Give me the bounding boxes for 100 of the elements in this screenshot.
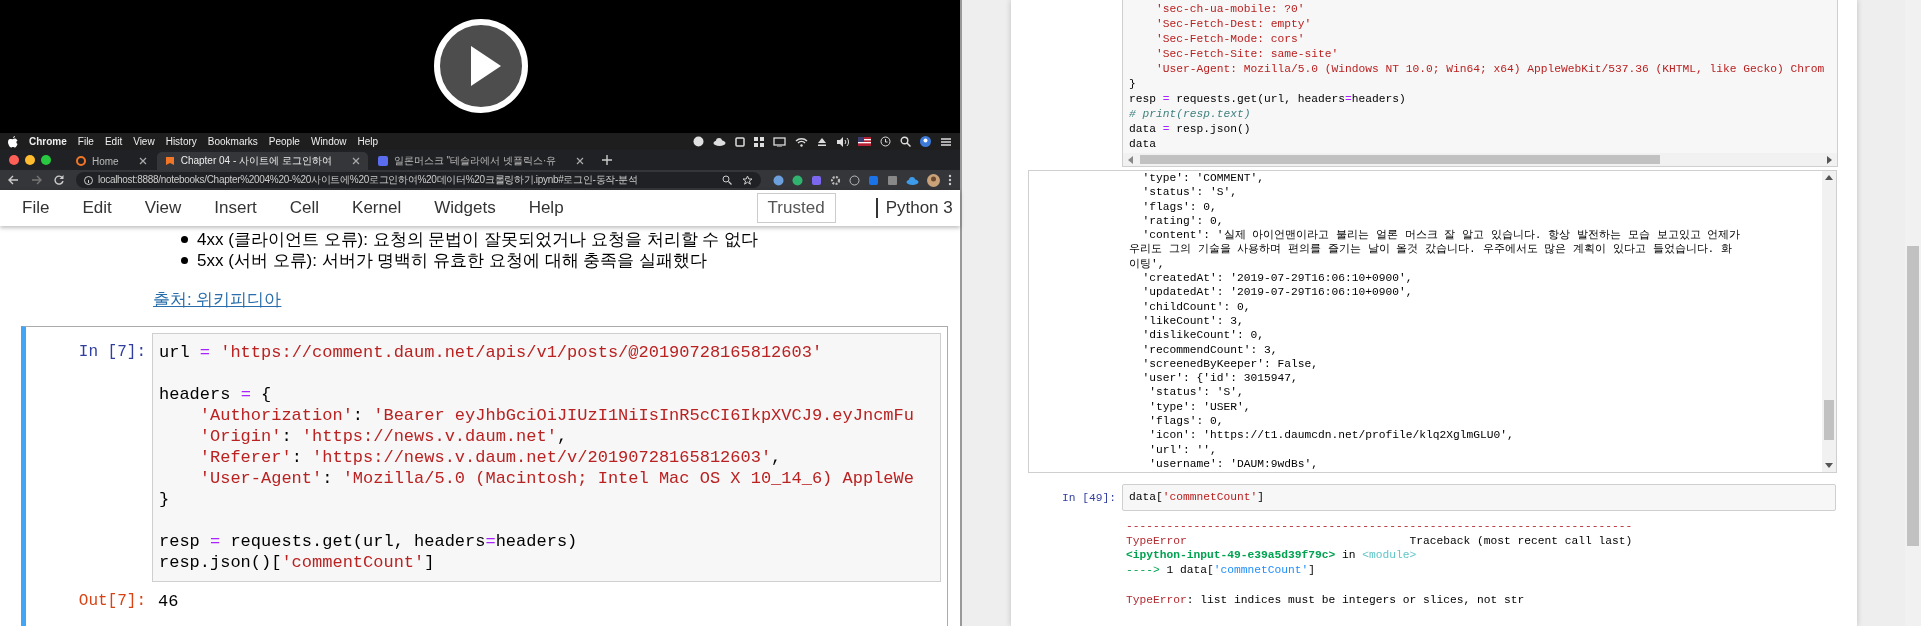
output-line: 'flags': 0, [1148, 414, 1225, 429]
output-line: 'updatedAt': '2019-07-29T16:06:10+0900', [1141, 285, 1414, 300]
plus-icon[interactable] [602, 155, 613, 165]
vertical-scrollbar[interactable] [1822, 171, 1836, 472]
input-prompt: In [49]: [1061, 491, 1117, 504]
menu-item[interactable]: Edit [104, 136, 123, 147]
error-line: ----> 1 data['commnetCount'] [1126, 563, 1317, 578]
scrollbar-thumb[interactable] [1824, 400, 1834, 440]
square-icon[interactable] [735, 136, 745, 147]
menu-item[interactable]: File [77, 136, 94, 147]
notebook-cell[interactable] [21, 326, 948, 626]
star-icon[interactable] [742, 174, 753, 186]
menu-item[interactable]: Kernel [352, 198, 402, 218]
code-line: headers = { [159, 384, 273, 405]
code-line: resp.json()['commentCount'] [159, 552, 436, 573]
grid-icon[interactable] [754, 136, 764, 147]
zoom-icon[interactable] [722, 175, 732, 185]
menu-item[interactable]: View [133, 136, 155, 147]
menu-item[interactable]: Widgets [434, 198, 496, 218]
play-button[interactable] [433, 18, 529, 114]
search-icon[interactable] [900, 136, 911, 147]
bookmark-icon [164, 156, 175, 166]
output-prompt: Out[7]: [77, 592, 147, 611]
kernel-name: Python 3 [875, 198, 953, 218]
browser-tab[interactable]: Home [68, 152, 155, 170]
output-line: 'flags': 0, [1141, 199, 1218, 214]
code-line: } [159, 489, 171, 510]
menu-item[interactable]: Window [310, 136, 347, 147]
menu-item[interactable]: Help [528, 198, 564, 218]
trusted-indicator[interactable]: Trusted [756, 193, 836, 223]
output-line: 'recommendCount': 3, [1141, 342, 1279, 357]
close-icon[interactable] [351, 157, 360, 165]
output-line: 'type': 'COMMENT', [1141, 171, 1266, 186]
avatar-icon[interactable] [920, 136, 931, 147]
up-arrow-icon[interactable] [1825, 175, 1833, 181]
wifi-icon[interactable] [795, 136, 808, 147]
code-line: 'Sec-Fetch-Site: same-site' [1155, 47, 1340, 62]
list-item-text: 4xx (클라이언트 오류): 요청의 문법이 잘못되었거나 요청을 처리할 수 없다 [197, 229, 758, 251]
error-line: --------------------------------------------------------------------------- [1126, 519, 1634, 534]
circle-icon[interactable] [693, 136, 704, 147]
menu-item[interactable]: View [144, 198, 182, 218]
output-line: 'likeCount': 3, [1141, 313, 1245, 329]
app-menu[interactable]: Chrome [29, 136, 67, 147]
flag-icon[interactable] [858, 137, 871, 146]
left-arrow-icon[interactable] [1128, 155, 1134, 164]
code-line: 'sec-ch-ua-mobile: ?0' [1155, 2, 1306, 17]
display-icon[interactable] [773, 136, 786, 147]
close-icon[interactable] [576, 157, 585, 165]
code-line: 'Authorization': 'Bearer eyJhbGciOiJIUzI1NiIsInR5cCI6IkpXVCJ9.eyJncmFu [198, 405, 915, 426]
back-arrow-icon[interactable] [8, 175, 19, 185]
gear-icon[interactable] [830, 174, 841, 186]
code-editor[interactable] [1122, 0, 1838, 167]
output-line: 'username': 'DAUM:9wdBs', [1148, 456, 1320, 472]
error-line: <ipython-input-49-e39a5d39f79c> in <module> [1126, 548, 1418, 564]
square-icon [377, 156, 388, 166]
forward-arrow-icon[interactable] [31, 175, 42, 185]
code-line: resp = requests.get(url, headers=headers) [1129, 92, 1407, 107]
close-icon[interactable] [138, 157, 147, 165]
output-line: 'status': 'S', [1148, 385, 1245, 400]
eject-icon[interactable] [817, 136, 827, 147]
output-line: 'icon': 'https://t1.daumcdn.net/profile/klq2XglmGLU0', [1148, 428, 1515, 443]
more-icon[interactable] [948, 174, 952, 186]
menu-item[interactable]: History [165, 136, 197, 147]
right-arrow-icon[interactable] [1826, 155, 1832, 164]
code-line: # print(resp.text) [1129, 107, 1252, 122]
address-field[interactable]: localhost:8888/notebooks/Chapter%2004%20-%20사이트에%20로그인하여%20데이터%20크롤링하기.ipynb#로그인-동작-분석 [76, 172, 761, 188]
list-item-text: 5xx (서버 오류): 서버가 명백히 유효한 요청에 대해 충족을 실패했다 [197, 250, 707, 272]
clock-icon[interactable] [880, 136, 891, 147]
code-editor[interactable]: data['commnetCount'] [1122, 484, 1836, 511]
code-line: data [1129, 137, 1157, 152]
menu-item[interactable]: Cell [289, 198, 320, 218]
ring-icon [76, 156, 86, 166]
apple-icon[interactable] [8, 135, 18, 148]
code-line: 'Sec-Fetch-Mode: cors' [1155, 32, 1306, 47]
menu-item[interactable]: People [268, 136, 300, 147]
horizontal-scrollbar[interactable] [1123, 153, 1837, 166]
menu-item[interactable]: Help [357, 136, 379, 147]
menu-item[interactable]: Bookmarks [207, 136, 258, 147]
input-prompt: In [7]: [77, 342, 147, 363]
menu-icon[interactable] [940, 136, 952, 147]
menu-item[interactable]: File [22, 198, 50, 218]
error-line: TypeError: list indices must be integers or slices, not str [1126, 592, 1526, 608]
output-line: 'content': '실제 아이언맨이라고 불리는 얼론 머스크 잘 알고 있습니다. 항상 발전하는 모습 보고있고 언제가 [1141, 228, 1742, 243]
menu-item[interactable]: Insert [214, 198, 257, 218]
reload-icon[interactable] [54, 175, 64, 185]
info-icon[interactable] [84, 175, 93, 185]
code-line: data['commnetCount'] [1129, 490, 1266, 505]
code-line: 'Origin': 'https://news.v.daum.net', [198, 426, 569, 447]
code-editor[interactable] [152, 333, 941, 582]
cloud-icon[interactable] [713, 137, 726, 146]
window-controls-icon[interactable] [8, 154, 54, 166]
output-line: 'rating': 0, [1141, 213, 1225, 229]
volume-icon[interactable] [836, 136, 849, 147]
browser-tab[interactable]: 일론머스크 "테슬라에서 넷플릭스·유 [369, 152, 593, 170]
output-line: 'screenedByKeeper': False, [1141, 356, 1320, 372]
error-line: TypeError Traceback (most recent call last) [1126, 533, 1634, 549]
browser-tab[interactable]: Chapter 04 - 사이트에 로그인하여 [156, 152, 368, 170]
down-arrow-icon[interactable] [1825, 462, 1833, 468]
source-link[interactable]: 출처: 위키피디아 [153, 288, 282, 311]
menu-item[interactable]: Edit [82, 198, 112, 218]
